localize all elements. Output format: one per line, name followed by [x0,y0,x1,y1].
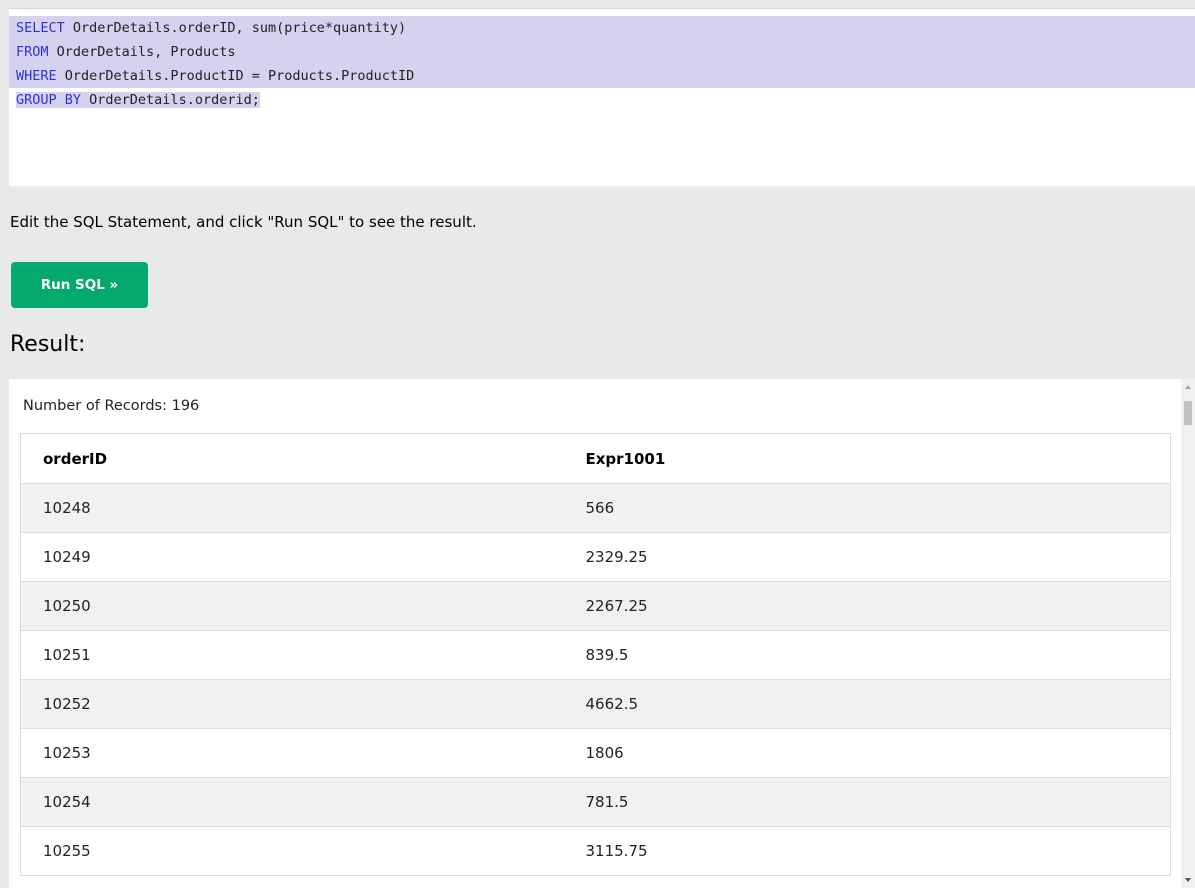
instruction-text: Edit the SQL Statement, and click "Run S… [10,213,477,231]
cell-orderid: 10249 [20,532,564,582]
run-sql-button[interactable]: Run SQL » [11,262,148,308]
table-row: 10254 781.5 [20,777,1171,827]
cell-expr1001: 4662.5 [563,679,1171,729]
column-header-expr1001: Expr1001 [563,433,1171,484]
sql-editor[interactable]: SELECT OrderDetails.orderID, sum(price*q… [9,8,1195,186]
result-scrollbar[interactable] [1181,379,1195,888]
result-panel: Number of Records: 196 orderID Expr1001 … [9,379,1181,888]
sql-keyword: GROUP BY [16,92,82,108]
table-row: 10250 2267.25 [20,581,1171,631]
sql-keyword: SELECT [16,20,65,36]
sql-code: OrderDetails.orderID, sum(price*quantity… [64,20,407,36]
table-header-row: orderID Expr1001 [20,433,1171,484]
table-row: 10255 3115.75 [20,826,1171,876]
cell-expr1001: 1806 [563,728,1171,778]
cell-orderid: 10251 [20,630,564,680]
table-row: 10249 2329.25 [20,532,1171,582]
code-line: SELECT OrderDetails.orderID, sum(price*q… [9,16,1195,40]
column-header-orderid: orderID [20,433,564,484]
scroll-thumb[interactable] [1184,401,1192,425]
cell-orderid: 10254 [20,777,564,827]
sql-code: OrderDetails, Products [48,44,236,60]
cell-expr1001: 2329.25 [563,532,1171,582]
cell-expr1001: 2267.25 [563,581,1171,631]
sql-code: OrderDetails.orderid; [81,92,260,108]
cell-orderid: 10248 [20,483,564,533]
table-row: 10252 4662.5 [20,679,1171,729]
table-row: 10253 1806 [20,728,1171,778]
code-line: WHERE OrderDetails.ProductID = Products.… [9,64,1195,88]
cell-orderid: 10255 [20,826,564,876]
code-line: GROUP BY OrderDetails.orderid; [9,88,1195,112]
sql-keyword: FROM [16,44,49,60]
cell-expr1001: 566 [563,483,1171,533]
cell-expr1001: 781.5 [563,777,1171,827]
cell-expr1001: 3115.75 [563,826,1171,876]
sql-code: OrderDetails.ProductID = Products.Produc… [56,68,415,84]
scroll-up-arrow-icon[interactable] [1185,385,1191,389]
scroll-down-arrow-icon[interactable] [1185,878,1191,882]
table-row: 10251 839.5 [20,630,1171,680]
selected-code: GROUP BY OrderDetails.orderid; [16,92,260,108]
result-heading: Result: [10,332,86,357]
cell-orderid: 10252 [20,679,564,729]
result-table: orderID Expr1001 10248 566 10249 2329.25… [20,433,1171,876]
records-count: Number of Records: 196 [23,398,200,414]
cell-orderid: 10253 [20,728,564,778]
sql-keyword: WHERE [16,68,57,84]
cell-expr1001: 839.5 [563,630,1171,680]
cell-orderid: 10250 [20,581,564,631]
code-line: FROM OrderDetails, Products [9,40,1195,64]
table-row: 10248 566 [20,483,1171,533]
